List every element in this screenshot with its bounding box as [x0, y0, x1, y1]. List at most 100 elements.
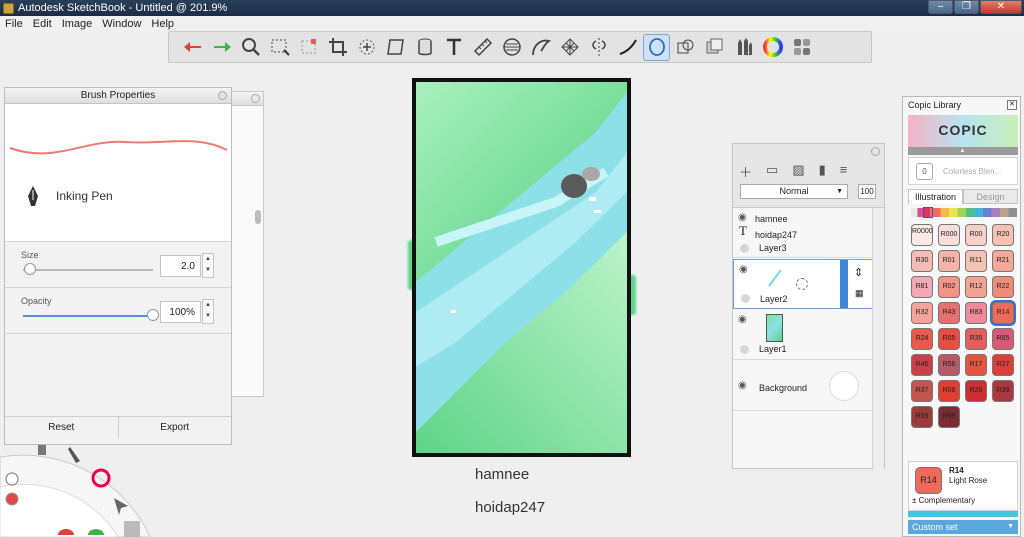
- copic-swatch[interactable]: R00: [965, 224, 987, 246]
- size-input[interactable]: 2.0: [160, 255, 201, 277]
- lasso-fill-button[interactable]: [643, 33, 670, 61]
- copic-library-button[interactable]: [788, 34, 815, 61]
- copic-swatch[interactable]: R01: [938, 250, 960, 272]
- fill-bucket-button[interactable]: [411, 34, 438, 61]
- size-stepper[interactable]: ▲ ▼: [202, 253, 214, 278]
- back-panel-scrollbar[interactable]: [255, 210, 261, 224]
- symmetry-button[interactable]: [585, 34, 612, 61]
- current-color-swatch[interactable]: R14: [915, 467, 942, 494]
- copic-swatch[interactable]: R37: [911, 380, 933, 402]
- distort-button[interactable]: [382, 34, 409, 61]
- copic-swatch[interactable]: R17: [965, 354, 987, 376]
- drawing-canvas[interactable]: [412, 78, 631, 457]
- background-color-swatch[interactable]: [829, 371, 859, 401]
- eye-icon[interactable]: ◉: [739, 264, 748, 275]
- export-button[interactable]: Export: [117, 417, 232, 438]
- menu-window[interactable]: Window: [97, 18, 146, 30]
- custom-set-dropdown[interactable]: Custom set ▼: [908, 520, 1018, 534]
- complementary-color-bar[interactable]: [908, 511, 1018, 517]
- blend-mode-select[interactable]: Normal ▼: [740, 184, 848, 199]
- brush-name-row[interactable]: Inking Pen: [5, 164, 231, 242]
- reset-button[interactable]: Reset: [5, 417, 118, 438]
- copic-swatch[interactable]: R21: [992, 250, 1014, 272]
- layer-row-layer1[interactable]: ◉ Layer1: [733, 310, 873, 360]
- lagoon-menu[interactable]: [0, 445, 150, 537]
- copic-swatch[interactable]: R12: [965, 276, 987, 298]
- copy-paste-button[interactable]: [672, 34, 699, 61]
- delete-layer-icon[interactable]: ▮: [819, 162, 826, 181]
- zoom-button[interactable]: [237, 34, 264, 61]
- back-panel-close-icon[interactable]: [251, 94, 260, 103]
- stroke-style-button[interactable]: [614, 34, 641, 61]
- lock-toggle-icon[interactable]: [740, 244, 749, 253]
- copic-swatch[interactable]: R85: [992, 328, 1014, 350]
- copic-swatch[interactable]: R30: [911, 250, 933, 272]
- transform-button[interactable]: [353, 34, 380, 61]
- layer-scrollbar[interactable]: [872, 208, 884, 470]
- brush-library-button[interactable]: [730, 34, 757, 61]
- close-icon[interactable]: ✕: [1007, 100, 1017, 110]
- collapse-toggle-icon[interactable]: ▲: [908, 147, 1018, 155]
- tab-illustration[interactable]: Illustration: [908, 189, 963, 204]
- eye-icon[interactable]: ◉: [738, 212, 747, 223]
- copic-swatch[interactable]: R59: [911, 406, 933, 428]
- eye-icon[interactable]: ◉: [738, 380, 747, 391]
- copic-swatch[interactable]: R000: [938, 224, 960, 246]
- size-slider-thumb[interactable]: [23, 263, 36, 275]
- hue-family-bar[interactable]: [911, 207, 1017, 218]
- menu-edit[interactable]: Edit: [28, 18, 57, 30]
- layer-menu-icon[interactable]: ≡: [840, 162, 848, 181]
- layer-row-layer3[interactable]: ◉ hamnee T hoidap247 Layer3: [733, 208, 873, 258]
- move-layer-icon[interactable]: ⇕: [854, 266, 863, 279]
- french-curve-button[interactable]: [527, 34, 554, 61]
- ruler-button[interactable]: [469, 34, 496, 61]
- copic-swatch[interactable]: R08: [938, 380, 960, 402]
- layer-opacity-input[interactable]: 100: [858, 184, 876, 199]
- close-button[interactable]: ✕: [980, 0, 1022, 14]
- copic-swatch[interactable]: R05: [938, 328, 960, 350]
- copic-swatch[interactable]: R11: [965, 250, 987, 272]
- opacity-slider-track[interactable]: [23, 315, 153, 317]
- undo-button[interactable]: [179, 34, 206, 61]
- copic-swatch[interactable]: R81: [911, 276, 933, 298]
- crop-button[interactable]: [324, 34, 351, 61]
- layer-row-layer2[interactable]: ◉ Layer2 ⇕ ▦: [733, 259, 873, 309]
- copic-swatch[interactable]: R27: [992, 354, 1014, 376]
- eye-icon[interactable]: ◉: [738, 314, 747, 325]
- copic-swatch[interactable]: R14: [992, 302, 1014, 324]
- copic-swatch[interactable]: R02: [938, 276, 960, 298]
- restore-button[interactable]: ❐: [954, 0, 979, 14]
- copic-swatch[interactable]: R43: [938, 302, 960, 324]
- copic-swatch[interactable]: R39: [992, 380, 1014, 402]
- copic-swatch[interactable]: R29: [965, 380, 987, 402]
- ellipse-guide-button[interactable]: [498, 34, 525, 61]
- opacity-input[interactable]: 100%: [160, 301, 201, 323]
- brush-panel-close-icon[interactable]: [218, 91, 227, 100]
- minimize-button[interactable]: –: [928, 0, 953, 14]
- colorless-blender-row[interactable]: 0 Colorless Blen...: [908, 157, 1018, 185]
- add-image-icon[interactable]: ▨: [792, 162, 804, 181]
- tab-design[interactable]: Design: [963, 189, 1018, 204]
- copic-swatch[interactable]: R56: [938, 354, 960, 376]
- menu-image[interactable]: Image: [57, 18, 98, 30]
- select-magic-button[interactable]: [295, 34, 322, 61]
- menu-file[interactable]: File: [0, 18, 28, 30]
- copic-swatch[interactable]: R89: [938, 406, 960, 428]
- copic-swatch[interactable]: R20: [992, 224, 1014, 246]
- lock-toggle-icon[interactable]: [741, 294, 750, 303]
- redo-button[interactable]: [208, 34, 235, 61]
- copic-swatch[interactable]: R35: [965, 328, 987, 350]
- copic-swatch[interactable]: R22: [992, 276, 1014, 298]
- perspective-button[interactable]: [556, 34, 583, 61]
- add-layer-icon[interactable]: ＋: [739, 162, 752, 181]
- copic-swatch[interactable]: R83: [965, 302, 987, 324]
- text-tool-button[interactable]: [440, 34, 467, 61]
- menu-help[interactable]: Help: [146, 18, 179, 30]
- layer-merge-icon[interactable]: ▦: [855, 288, 864, 299]
- opacity-slider-thumb[interactable]: [147, 309, 159, 321]
- layer-editor-button[interactable]: [701, 34, 728, 61]
- layer-panel-close-icon[interactable]: [871, 147, 880, 156]
- lock-toggle-icon[interactable]: [740, 345, 749, 354]
- add-group-icon[interactable]: ▭: [766, 162, 778, 181]
- size-slider-track[interactable]: [23, 269, 153, 271]
